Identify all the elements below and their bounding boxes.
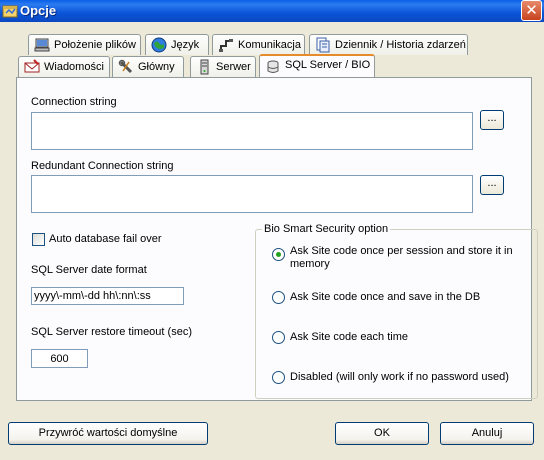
date-format-label: SQL Server date format [31, 264, 147, 276]
server-icon [200, 59, 209, 75]
radio-each-time[interactable] [272, 331, 285, 344]
restore-timeout-field[interactable] [31, 349, 88, 368]
radio-once-per-session[interactable] [272, 248, 285, 261]
redundant-connection-string-input[interactable] [32, 176, 472, 212]
network-icon [219, 39, 233, 52]
tab-event-log[interactable]: Dziennik / Historia zdarzeń [309, 34, 468, 55]
bio-smart-security-group: Bio Smart Security option Ask Site code … [255, 223, 538, 399]
ok-button[interactable]: OK [335, 422, 429, 445]
radio-disabled-label[interactable]: Disabled (will only work if no password … [290, 371, 509, 383]
connection-string-input[interactable] [32, 113, 472, 149]
group-title: Bio Smart Security option [262, 223, 391, 235]
redundant-connection-string-browse-button[interactable]: ... [480, 175, 504, 195]
tab-server[interactable]: Serwer [190, 56, 256, 77]
tab-communication[interactable]: Komunikacja [212, 34, 305, 55]
computer-icon [34, 38, 50, 52]
redundant-connection-string-label: Redundant Connection string [31, 160, 174, 172]
tab-label: Język [171, 39, 200, 51]
restore-defaults-button[interactable]: Przywróć wartości domyślne [8, 422, 208, 445]
tab-label: Dziennik / Historia zdarzeń [335, 39, 466, 51]
cancel-button[interactable]: Anuluj [440, 422, 534, 445]
radio-save-in-db-label[interactable]: Ask Site code once and save in the DB [290, 291, 480, 303]
date-format-field[interactable] [31, 287, 184, 305]
radio-save-in-db[interactable] [272, 291, 285, 304]
tab-label: SQL Server / BIO [285, 59, 371, 71]
radio-disabled[interactable] [272, 371, 285, 384]
restore-timeout-label: SQL Server restore timeout (sec) [31, 326, 192, 338]
tab-label: Komunikacja [238, 39, 301, 51]
database-icon [267, 60, 279, 73]
auto-failover-checkbox[interactable] [32, 233, 45, 246]
redundant-connection-string-field[interactable] [31, 175, 473, 213]
close-icon: ✕ [525, 1, 538, 19]
event-log-icon [316, 37, 330, 53]
tab-main[interactable]: Główny [112, 56, 184, 77]
message-icon [24, 59, 40, 73]
tab-language[interactable]: Język [145, 34, 209, 55]
tab-messages[interactable]: Wiadomości [18, 56, 110, 77]
window-title: Opcje [20, 3, 57, 18]
radio-each-time-label[interactable]: Ask Site code each time [290, 331, 408, 343]
radio-once-per-session-label[interactable]: Ask Site code once per session and store… [290, 245, 513, 257]
tab-panel-sql-server-bio: Connection string ... Redundant Connecti… [16, 77, 538, 401]
tab-label: Wiadomości [44, 61, 104, 73]
tab-label: Główny [138, 61, 175, 73]
radio-once-per-session-label-cont[interactable]: memory [290, 258, 330, 270]
options-dialog: Opcje ✕ Położenie plików Język Komunikac… [0, 0, 544, 460]
tab-sql-server-bio[interactable]: SQL Server / BIO [259, 54, 375, 77]
tab-label: Serwer [216, 61, 251, 73]
connection-string-label: Connection string [31, 96, 117, 108]
restore-timeout-input[interactable] [32, 350, 87, 367]
date-format-input[interactable] [32, 288, 183, 304]
globe-icon [151, 37, 167, 53]
connection-string-field[interactable] [31, 112, 473, 150]
auto-failover-label[interactable]: Auto database fail over [49, 233, 162, 245]
wrench-icon [118, 59, 133, 74]
title-bar[interactable]: Opcje ✕ [0, 0, 544, 22]
tab-file-locations[interactable]: Położenie plików [28, 34, 141, 55]
close-button[interactable]: ✕ [521, 0, 542, 21]
tab-label: Położenie plików [54, 39, 136, 51]
connection-string-browse-button[interactable]: ... [480, 110, 504, 130]
app-icon [2, 5, 18, 18]
